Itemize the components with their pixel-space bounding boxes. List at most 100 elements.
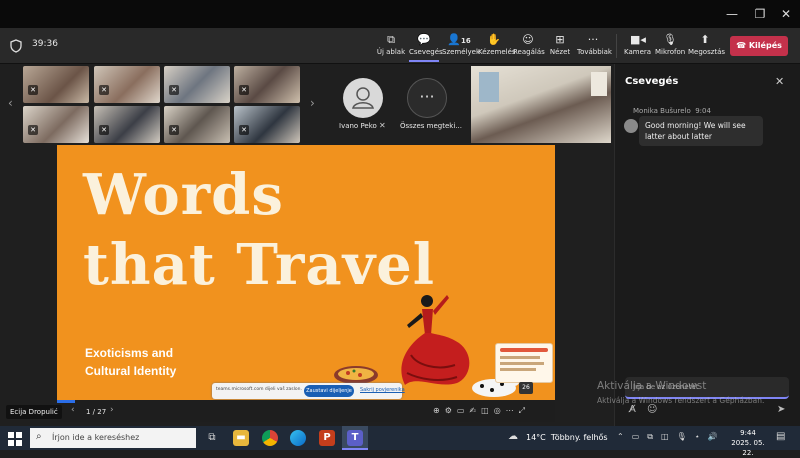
new-window-icon: ⧉ [387, 33, 395, 46]
search-placeholder: Írjon ide a kereséshez [52, 433, 140, 442]
emoji-icon[interactable]: ☺ [647, 404, 657, 415]
message-sender: Monika Bušurelo [633, 107, 691, 115]
thumbs-prev-arrow-icon[interactable]: ‹ [8, 96, 13, 110]
chat-panel: Csevegés ✕ Monika Bušurelo 9:04 Good mor… [614, 64, 800, 426]
clock-time: 9:44 [740, 429, 756, 437]
send-icon[interactable]: ➤ [777, 404, 785, 415]
mic-off-icon: ✕ [379, 121, 386, 130]
powerpoint-icon[interactable]: P [319, 430, 335, 446]
window-titlebar: — ❐ ✕ [0, 0, 800, 28]
mic-button[interactable]: 🎙 Mikrofon [655, 32, 685, 62]
share-button[interactable]: ⬆ Megosztás [688, 32, 725, 62]
smiley-icon: ☺ [522, 33, 534, 46]
all-participants-label: Összes megteki... [400, 122, 462, 130]
activation-watermark-title: Aktiválja a Windowst [597, 380, 707, 392]
inset-bar [500, 348, 548, 352]
slide-nav-bar: ‹ 1 / 27 › ⊕⚙▭✍◫◎⋯⤢ [57, 400, 555, 422]
slide-controls-icons[interactable]: ⊕⚙▭✍◫◎⋯⤢ [433, 406, 530, 416]
participant-video[interactable]: ✕ [23, 66, 89, 103]
chat-icon: 💬 [417, 33, 431, 46]
windows-start-icon[interactable] [8, 431, 22, 446]
grid-icon: ⊞ [555, 33, 565, 46]
slide-page-indicator: 1 / 27 [86, 408, 107, 416]
task-view-icon[interactable]: ⧉ [204, 430, 220, 446]
thumbs-next-arrow-icon[interactable]: › [310, 96, 315, 110]
participant-video[interactable]: ✕ [94, 106, 160, 143]
tray-icons[interactable]: ⌃▭⧉◫🎙⋆🔊 [617, 432, 726, 442]
mic-off-icon: ✕ [28, 125, 38, 135]
more-icon: ··· [587, 33, 599, 46]
next-slide-icon[interactable]: › [110, 405, 114, 415]
toolbar-divider [616, 34, 617, 58]
notification-icon[interactable]: ▤ [776, 431, 785, 442]
edge-icon[interactable] [290, 430, 306, 446]
leave-button[interactable]: ☎ Kilépés [730, 36, 788, 56]
format-icon[interactable]: A̸ [629, 404, 636, 415]
teams-taskbar-button[interactable]: T [342, 426, 368, 450]
more-participants-icon[interactable]: ··· [407, 78, 447, 118]
phone-icon: ☎ [736, 41, 747, 50]
slide-subtitle-line2: Cultural Identity [85, 364, 177, 378]
presenter-name: Ivano Peko [339, 122, 377, 130]
chat-button[interactable]: 💬 Csevegés [409, 32, 443, 62]
mic-muted-icon: 🎙 [663, 33, 677, 46]
raise-hand-button[interactable]: ✋ Kézemelés [478, 32, 516, 62]
chat-title: Csevegés [625, 76, 679, 87]
wall-poster [591, 72, 607, 96]
classroom-video[interactable] [471, 66, 611, 143]
minimize-icon[interactable]: — [720, 4, 744, 24]
participant-thumbnails: ✕ ✕ ✕ ✕ ✕ ✕ ✕ ✕ [18, 66, 306, 144]
hide-link[interactable]: Sakrij povjerenika [360, 387, 405, 393]
clock[interactable]: 9:44 2025. 05. 22. [728, 428, 768, 458]
close-chat-icon[interactable]: ✕ [775, 75, 784, 88]
inset-line [500, 368, 536, 371]
clock-date: 2025. 05. 22. [731, 439, 765, 457]
taskbar-search[interactable]: ⌕ Írjon ide a kereséshez [30, 428, 196, 448]
message-time: 9:04 [695, 107, 711, 115]
slide-subtitle-line1: Exoticisms and [85, 346, 174, 360]
participant-video[interactable]: ✕ [164, 106, 230, 143]
mic-off-icon: ✕ [99, 85, 109, 95]
inset-line [500, 356, 540, 359]
file-explorer-icon[interactable]: ▬ [233, 430, 249, 446]
maximize-icon[interactable]: ❐ [748, 4, 772, 24]
stop-sharing-button[interactable]: Zaustavi dijeljenje [304, 385, 354, 397]
camera-button[interactable]: ■◂ Kamera [624, 32, 651, 62]
mic-off-icon: ✕ [239, 85, 249, 95]
meeting-toolbar: 39:36 ⧉ Új ablak 💬 Csevegés 👤16 Személye… [0, 28, 800, 64]
meeting-timer: 39:36 [32, 39, 58, 49]
weather-text[interactable]: 14°C Többny. felhős [526, 433, 608, 442]
view-button[interactable]: ⊞ Nézet [547, 32, 573, 62]
activation-watermark-sub: Aktiválja a Windows rendszert a Gépházba… [597, 396, 765, 405]
participant-video[interactable]: ✕ [234, 66, 300, 103]
avatar [624, 119, 638, 133]
cloud-icon: ☁ [508, 431, 518, 442]
chrome-icon[interactable] [262, 430, 278, 446]
react-button[interactable]: ☺ Reagálás [513, 32, 545, 62]
participant-video[interactable]: ✕ [234, 106, 300, 143]
mic-off-icon: ✕ [239, 125, 249, 135]
people-button[interactable]: 👤16 Személyek [442, 32, 480, 62]
window-frame [479, 72, 499, 102]
participant-video[interactable]: ✕ [94, 66, 160, 103]
search-icon: ⌕ [36, 431, 42, 442]
mic-off-icon: ✕ [28, 85, 38, 95]
more-button[interactable]: ··· Továbbiak [577, 32, 612, 62]
avatar[interactable] [343, 78, 383, 118]
slide-progress-fill [57, 400, 75, 403]
mic-off-icon: ✕ [99, 125, 109, 135]
inset-slide-preview [495, 343, 553, 383]
participant-video[interactable]: ✕ [164, 66, 230, 103]
close-icon[interactable]: ✕ [774, 4, 798, 24]
prev-slide-icon[interactable]: ‹ [71, 405, 75, 415]
paella-illustration [334, 366, 378, 384]
participant-video[interactable]: ✕ [23, 106, 89, 143]
message-meta: Monika Bušurelo 9:04 [633, 107, 711, 115]
people-icon: 👤 [447, 33, 461, 46]
inset-line [500, 362, 544, 365]
new-window-button[interactable]: ⧉ Új ablak [376, 32, 406, 62]
shared-slide: Words that Travel Exoticisms and Cultura… [57, 145, 555, 400]
taskbar: ⌕ Írjon ide a kereséshez ⧉ ▬ P T ☁ 14°C … [0, 426, 800, 457]
person-icon [352, 87, 374, 109]
share-bar-text: teams.microsoft.com dijeli vaš zaslon. [216, 387, 302, 392]
